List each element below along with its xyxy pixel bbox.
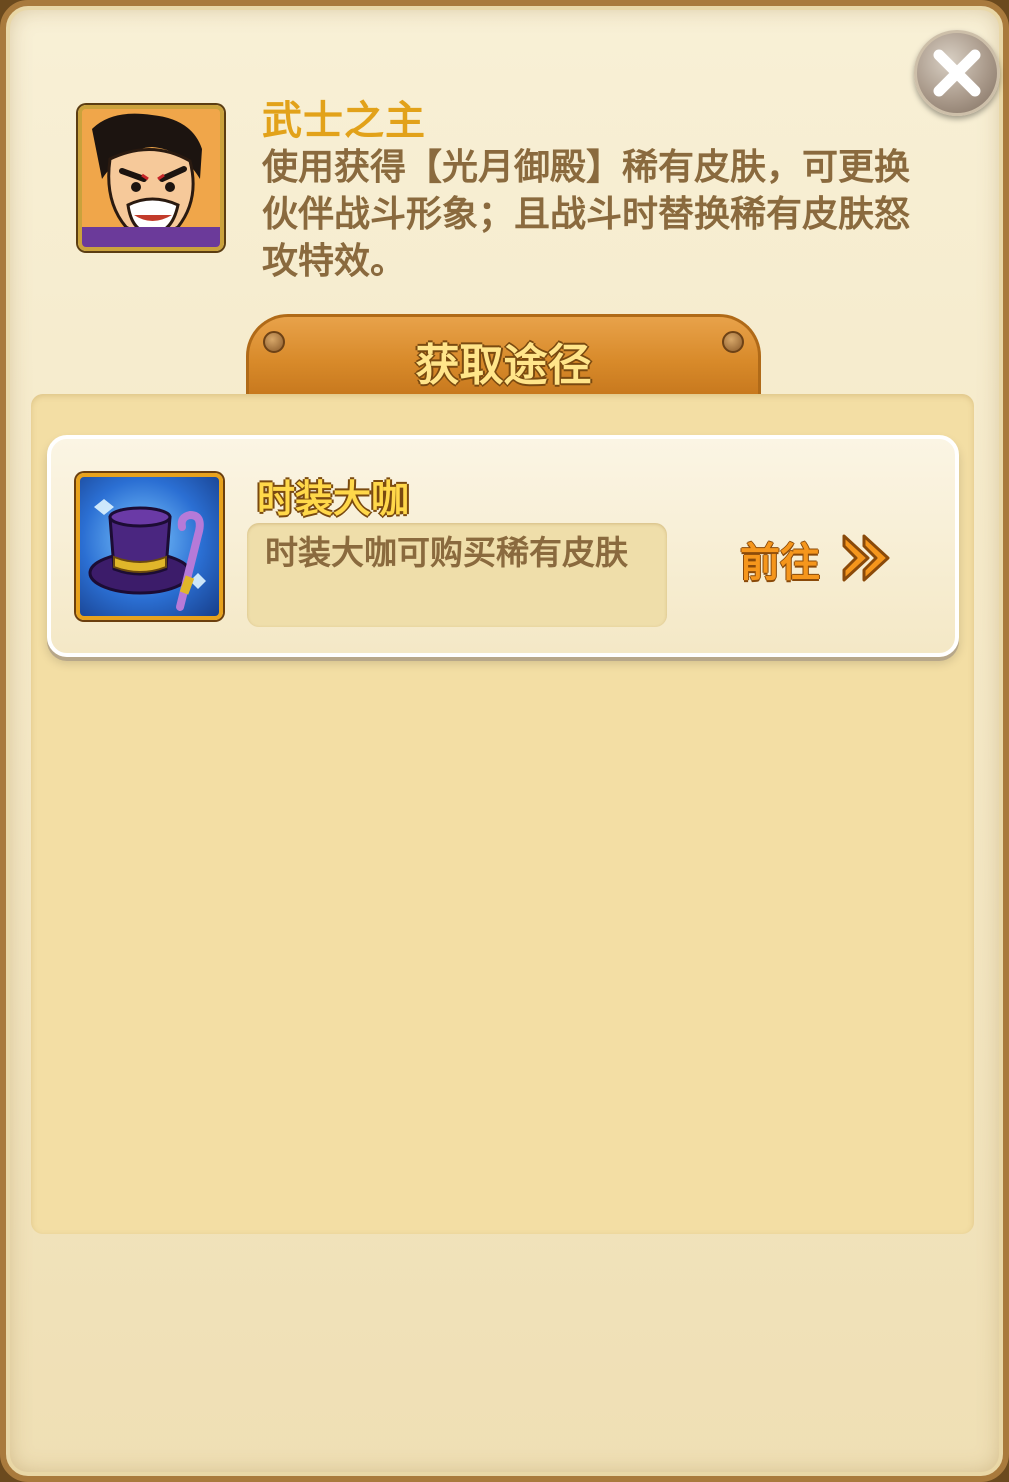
acquisition-tab: 获取途径: [246, 314, 761, 398]
source-name: 时装大咖: [257, 477, 410, 521]
section-title: 获取途径: [415, 340, 592, 391]
goto-label: 前往: [740, 540, 820, 586]
close-button[interactable]: [914, 30, 1000, 116]
close-icon: [933, 49, 981, 97]
source-description: 时装大咖可购买稀有皮肤: [265, 533, 628, 572]
double-arrow-right-icon: [842, 534, 890, 582]
source-description-box: 时装大咖可购买稀有皮肤: [247, 523, 667, 627]
goto-button[interactable]: 前往: [740, 526, 900, 590]
skin-description: 使用获得【光月御殿】稀有皮肤，可更换伙伴战斗形象；且战斗时替换稀有皮肤怒攻特效。: [262, 147, 911, 282]
samurai-portrait-icon: [78, 105, 224, 251]
skin-title: 武士之主: [262, 98, 426, 144]
top-hat-cane-icon: [76, 473, 223, 620]
